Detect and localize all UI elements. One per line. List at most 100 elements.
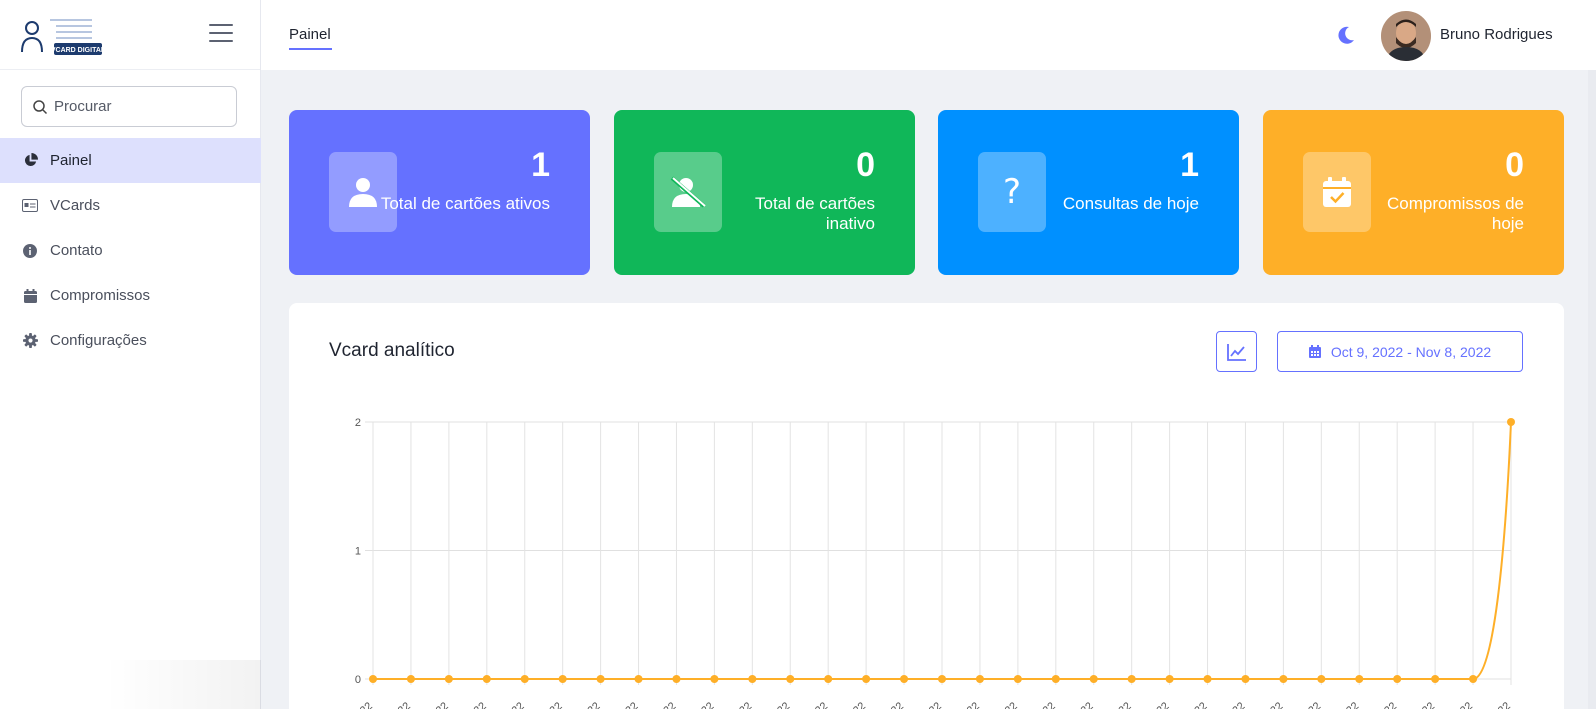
- sidebar-nav: Painel VCards Contato Compromissos Confi…: [0, 138, 261, 363]
- sidebar: VCARD DIGITAL Painel VCards: [0, 0, 261, 709]
- x-tick-label: 03-11-22: [1282, 700, 1323, 709]
- tab-painel[interactable]: Painel: [289, 26, 331, 43]
- x-tick-label: 19-10-22: [713, 700, 754, 709]
- x-tick-label: 27-10-22: [1016, 700, 1057, 709]
- x-tick-label: 20-10-22: [751, 700, 792, 709]
- x-tick-label: 16-10-22: [599, 700, 640, 709]
- data-point: [1431, 675, 1440, 683]
- sidebar-item-configuracoes[interactable]: Configurações: [0, 318, 261, 363]
- x-tick-label: 07-11-22: [1434, 700, 1475, 709]
- x-tick-label: 01-11-22: [1207, 700, 1248, 709]
- analytics-panel: Vcard analítico Oct 9, 2022 - Nov 8, 202…: [289, 303, 1564, 709]
- data-point: [1203, 675, 1212, 683]
- x-tick-label: 14-10-22: [523, 700, 564, 709]
- data-point: [482, 675, 491, 683]
- stat-card-active-cards: 1 Total de cartões ativos: [289, 110, 590, 275]
- x-tick-label: 28-10-22: [1054, 700, 1095, 709]
- sidebar-item-compromissos[interactable]: Compromissos: [0, 273, 261, 318]
- data-point: [1393, 675, 1402, 683]
- calendar-icon: [22, 288, 38, 304]
- stat-label: Total de cartões inativo: [754, 194, 875, 233]
- info-icon: [22, 243, 38, 259]
- data-point: [444, 675, 453, 683]
- data-point: [1355, 675, 1364, 683]
- data-point: [1241, 675, 1250, 683]
- data-point: [1127, 675, 1136, 683]
- x-tick-label: 08-11-22: [1472, 700, 1513, 709]
- data-point: [975, 675, 984, 683]
- data-point: [824, 675, 833, 683]
- brand-header: VCARD DIGITAL: [0, 0, 260, 70]
- stat-card-todays-queries: ? 1 Consultas de hoje: [938, 110, 1239, 275]
- topbar: Painel Bruno Rodrigues: [261, 0, 1596, 70]
- id-card-icon: [22, 198, 38, 214]
- x-tick-label: 17-10-22: [637, 700, 678, 709]
- data-point: [1279, 675, 1288, 683]
- x-tick-label: 29-10-22: [1092, 700, 1133, 709]
- menu-toggle-icon[interactable]: [209, 24, 233, 46]
- data-point: [558, 675, 567, 683]
- x-tick-label: 22-10-22: [827, 700, 868, 709]
- page-scrollbar[interactable]: [1588, 70, 1596, 709]
- stat-label: Compromissos de hoje: [1387, 194, 1524, 233]
- data-point: [1165, 675, 1174, 683]
- x-tick-label: 04-11-22: [1320, 700, 1361, 709]
- sidebar-item-label: Configurações: [50, 332, 147, 349]
- data-point: [1317, 675, 1326, 683]
- moon-icon[interactable]: [1335, 24, 1357, 46]
- data-point: [938, 675, 946, 683]
- x-tick-label: 30-10-22: [1130, 700, 1171, 709]
- question-icon: ?: [978, 152, 1046, 232]
- data-point: [710, 675, 719, 683]
- active-tab-indicator: [289, 48, 332, 50]
- y-tick-label: 1: [355, 546, 361, 558]
- stat-count: 0: [856, 146, 875, 184]
- gear-icon: [22, 333, 38, 349]
- data-point: [1469, 675, 1478, 683]
- stat-count: 0: [1505, 146, 1524, 184]
- y-tick-label: 2: [355, 417, 361, 429]
- sidebar-item-contato[interactable]: Contato: [0, 228, 261, 273]
- data-point: [862, 675, 871, 683]
- user-name[interactable]: Bruno Rodrigues: [1440, 26, 1553, 43]
- sidebar-item-painel[interactable]: Painel: [0, 138, 261, 183]
- data-point: [520, 675, 529, 683]
- x-tick-label: 23-10-22: [865, 700, 906, 709]
- x-tick-label: 26-10-22: [978, 700, 1019, 709]
- data-point: [369, 675, 377, 683]
- x-tick-label: 25-10-22: [940, 700, 981, 709]
- stat-card-inactive-cards: 0 Total de cartões inativo: [614, 110, 915, 275]
- x-tick-label: 09-10-22: [333, 700, 374, 709]
- data-point: [748, 675, 757, 683]
- search-input[interactable]: [54, 98, 224, 115]
- stat-count: 1: [531, 146, 550, 184]
- x-tick-label: 05-11-22: [1358, 700, 1399, 709]
- data-point: [1507, 418, 1515, 426]
- data-point: [634, 675, 643, 683]
- stat-label: Total de cartões ativos: [380, 194, 550, 213]
- search-icon: [33, 99, 48, 114]
- data-point: [1089, 675, 1098, 683]
- sidebar-item-label: Painel: [50, 152, 92, 169]
- stat-label: Consultas de hoje: [1062, 194, 1199, 213]
- x-tick-label: 15-10-22: [561, 700, 602, 709]
- x-tick-label: 31-10-22: [1168, 700, 1209, 709]
- y-tick-label: 0: [355, 674, 361, 686]
- x-tick-label: 24-10-22: [902, 700, 943, 709]
- x-tick-label: 21-10-22: [789, 700, 830, 709]
- sidebar-item-vcards[interactable]: VCards: [0, 183, 261, 228]
- x-tick-label: 11-10-22: [410, 700, 451, 709]
- data-point: [406, 675, 415, 683]
- x-tick-label: 12-10-22: [447, 700, 488, 709]
- sidebar-item-label: Contato: [50, 242, 103, 259]
- search-box[interactable]: [21, 86, 237, 127]
- x-tick-label: 06-11-22: [1396, 700, 1437, 709]
- data-point: [1013, 675, 1022, 683]
- analytics-line-chart: 0 1 2 09-10-2210-10-2211-10-2212-10-2213-10…: [333, 417, 1515, 709]
- avatar[interactable]: [1381, 11, 1431, 61]
- user-icon: [329, 152, 397, 232]
- vcard-logo[interactable]: VCARD DIGITAL: [20, 14, 106, 58]
- stat-count: 1: [1180, 146, 1199, 184]
- stat-card-todays-appointments: 0 Compromissos de hoje: [1263, 110, 1564, 275]
- data-point: [786, 675, 795, 683]
